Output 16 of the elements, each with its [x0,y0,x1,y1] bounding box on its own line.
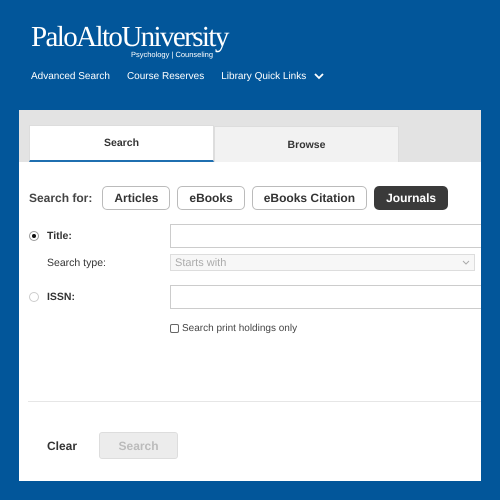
nav-link[interactable]: Course Reserves [126,71,204,82]
checkbox-option[interactable]: Search print holdings only [170,323,298,334]
search-type-toggle[interactable]: eBooks [177,186,245,210]
field-label: Title: [47,230,72,242]
tab[interactable]: Browse [214,126,399,162]
field-label: ISSN: [47,291,76,303]
nav-link[interactable]: Library Quick Links [221,71,324,82]
search-type-toggle[interactable]: Articles [102,186,170,210]
logo-wordmark[interactable]: PaloAltoUniversity [31,22,251,52]
tab[interactable]: Search [29,125,214,162]
nav-link[interactable]: Advanced Search [31,71,110,82]
field-label: Search type: [47,256,106,268]
search-for-label: Search for: [29,191,92,205]
search-type-toggle[interactable]: Journals [374,186,448,210]
search-type-toggle[interactable]: eBooks Citation [252,186,368,210]
clear-button[interactable]: Clear [47,438,78,452]
